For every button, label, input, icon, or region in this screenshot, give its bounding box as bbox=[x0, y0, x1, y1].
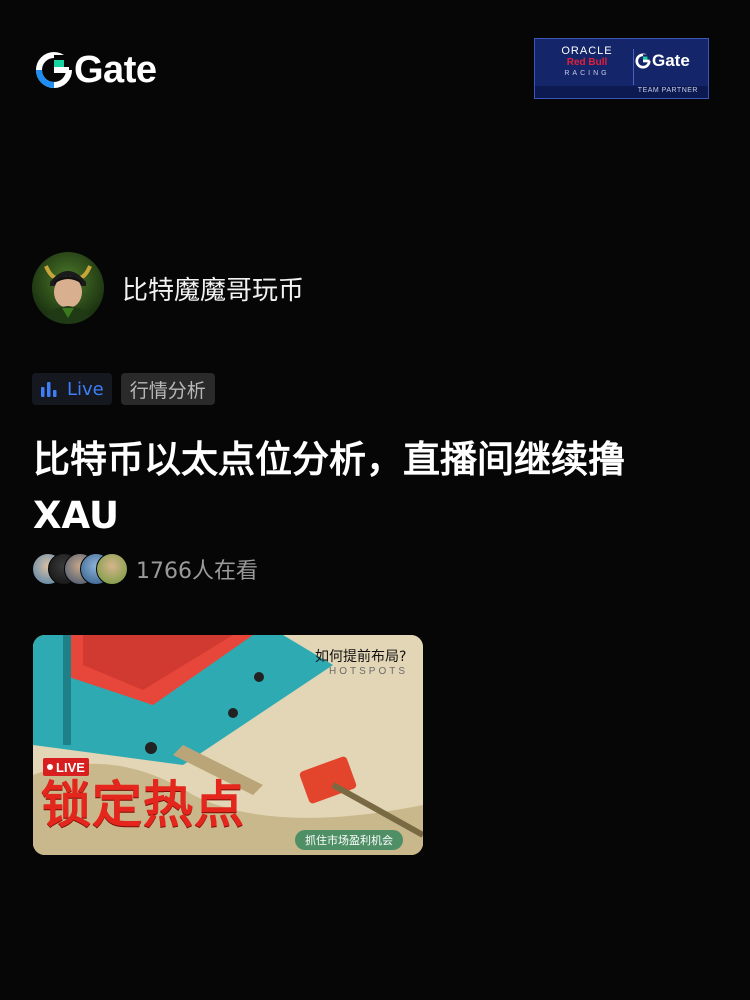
viewers-row: 1766人在看 bbox=[32, 553, 258, 585]
thumbnail-question: 如何提前布局? bbox=[315, 649, 407, 665]
gate-logo-icon bbox=[36, 52, 72, 88]
gate-badge-icon bbox=[635, 53, 651, 69]
avatar[interactable] bbox=[32, 252, 104, 324]
avatar-image bbox=[44, 265, 92, 324]
author-name[interactable]: 比特魔魔哥玩币 bbox=[122, 270, 304, 307]
viewer-count: 1766人在看 bbox=[136, 559, 258, 584]
live-tag[interactable]: Live bbox=[32, 373, 112, 405]
post-title[interactable]: 比特币以太点位分析，直播间继续撸 XAU bbox=[33, 432, 723, 544]
tag-row: Live 行情分析 bbox=[32, 373, 215, 405]
category-tag[interactable]: 行情分析 bbox=[120, 373, 215, 405]
oracle-text: ORACLE bbox=[561, 45, 613, 57]
team-partner-text: TEAM PARTNER bbox=[637, 87, 698, 94]
live-badge-label: LIVE bbox=[56, 759, 85, 775]
live-tag-label: Live bbox=[67, 378, 104, 400]
live-dot-icon bbox=[47, 764, 54, 770]
team-partner-badge: ORACLE Red Bull RACING Gate TEAM PARTNER bbox=[534, 38, 709, 99]
thumbnail-pill: 抓住市场盈利机会 bbox=[295, 830, 403, 850]
live-thumbnail[interactable]: 如何提前布局? HOTSPOTS LIVE 锁定热点 抓住市场盈利机会 bbox=[33, 635, 423, 855]
viewer-avatar bbox=[96, 553, 128, 585]
live-badge: LIVE bbox=[43, 758, 89, 776]
redbull-text: Red Bull bbox=[566, 57, 608, 68]
gate-logo: Gate bbox=[36, 49, 157, 91]
gate-logo-text: Gate bbox=[74, 49, 157, 91]
live-bars-icon bbox=[41, 382, 57, 397]
badge-footer: TEAM PARTNER bbox=[535, 86, 708, 98]
racing-text: RACING bbox=[564, 70, 610, 77]
author-row[interactable]: 比特魔魔哥玩币 bbox=[32, 252, 304, 324]
viewer-avatars bbox=[32, 553, 128, 585]
thumbnail-headline: 锁定热点 bbox=[41, 776, 245, 834]
gate-badge-text: Gate bbox=[652, 51, 690, 70]
badge-divider bbox=[633, 49, 634, 85]
thumbnail-hotspots: HOTSPOTS bbox=[329, 666, 409, 677]
